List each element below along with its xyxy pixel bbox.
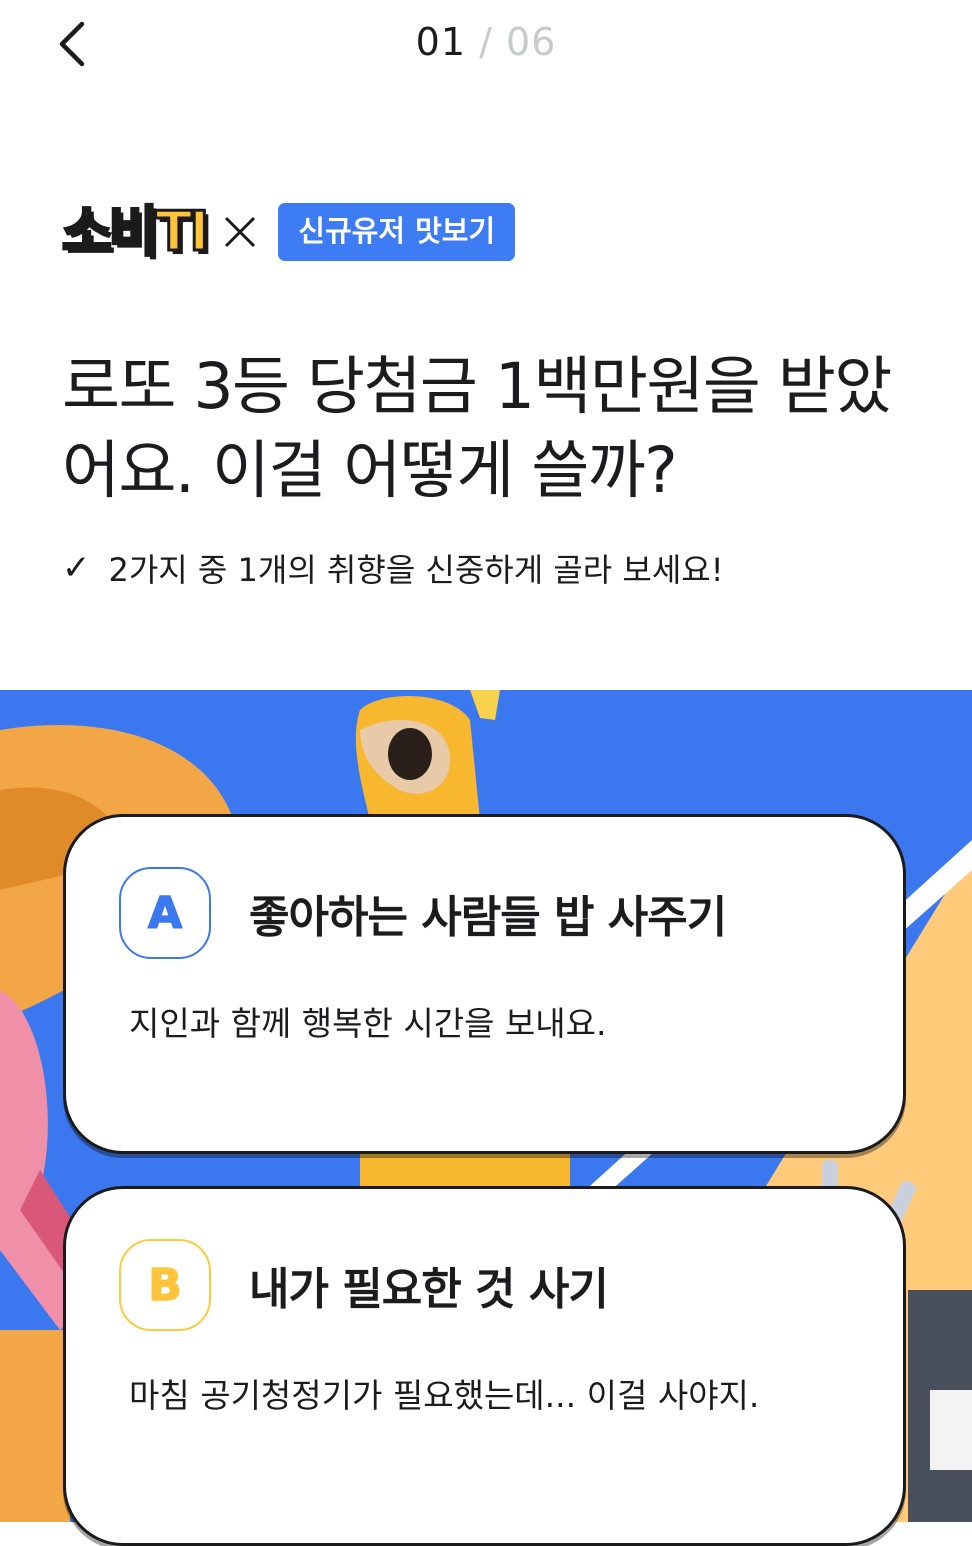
option-card-b[interactable]: B 내가 필요한 것 사기 마침 공기청정기가 필요했는데... 이걸 사야지. bbox=[63, 1186, 906, 1546]
option-a-description: 지인과 함께 행복한 시간을 보내요. bbox=[129, 1004, 607, 1043]
option-a-badge-letter: A bbox=[147, 887, 183, 940]
option-a-title: 좋아하는 사람들 밥 사주기 bbox=[249, 892, 727, 943]
option-b-description: 마침 공기청정기가 필요했는데... 이걸 사야지. bbox=[129, 1376, 760, 1415]
top-bar: 01 / 06 bbox=[0, 0, 972, 90]
step-separator: / bbox=[479, 20, 493, 64]
option-card-a[interactable]: A 좋아하는 사람들 밥 사주기 지인과 함께 행복한 시간을 보내요. bbox=[63, 814, 906, 1154]
option-a-badge: A bbox=[119, 867, 211, 959]
check-icon: ✓ bbox=[62, 548, 91, 588]
hint-text: 2가지 중 1개의 취향을 신중하게 골라 보세요! bbox=[108, 551, 724, 589]
option-b-badge: B bbox=[119, 1239, 211, 1331]
current-step: 01 bbox=[415, 20, 466, 64]
option-b-badge-letter: B bbox=[147, 1259, 182, 1312]
brand-row: 소비TI 신규유저 맛보기 bbox=[60, 200, 516, 264]
question-title: 로또 3등 당첨금 1백만원을 받았어요. 이걸 어떻게 쓸까? bbox=[62, 350, 892, 507]
new-user-tag: 신규유저 맛보기 bbox=[278, 203, 516, 261]
step-progress: 01 / 06 bbox=[0, 20, 972, 64]
total-steps: 06 bbox=[506, 20, 557, 64]
option-b-title: 내가 필요한 것 사기 bbox=[249, 1264, 609, 1315]
sobiti-logo: 소비TI bbox=[60, 200, 210, 263]
question-hint: ✓ 2가지 중 1개의 취향을 신중하게 골라 보세요! bbox=[62, 545, 724, 591]
times-icon bbox=[225, 216, 256, 248]
